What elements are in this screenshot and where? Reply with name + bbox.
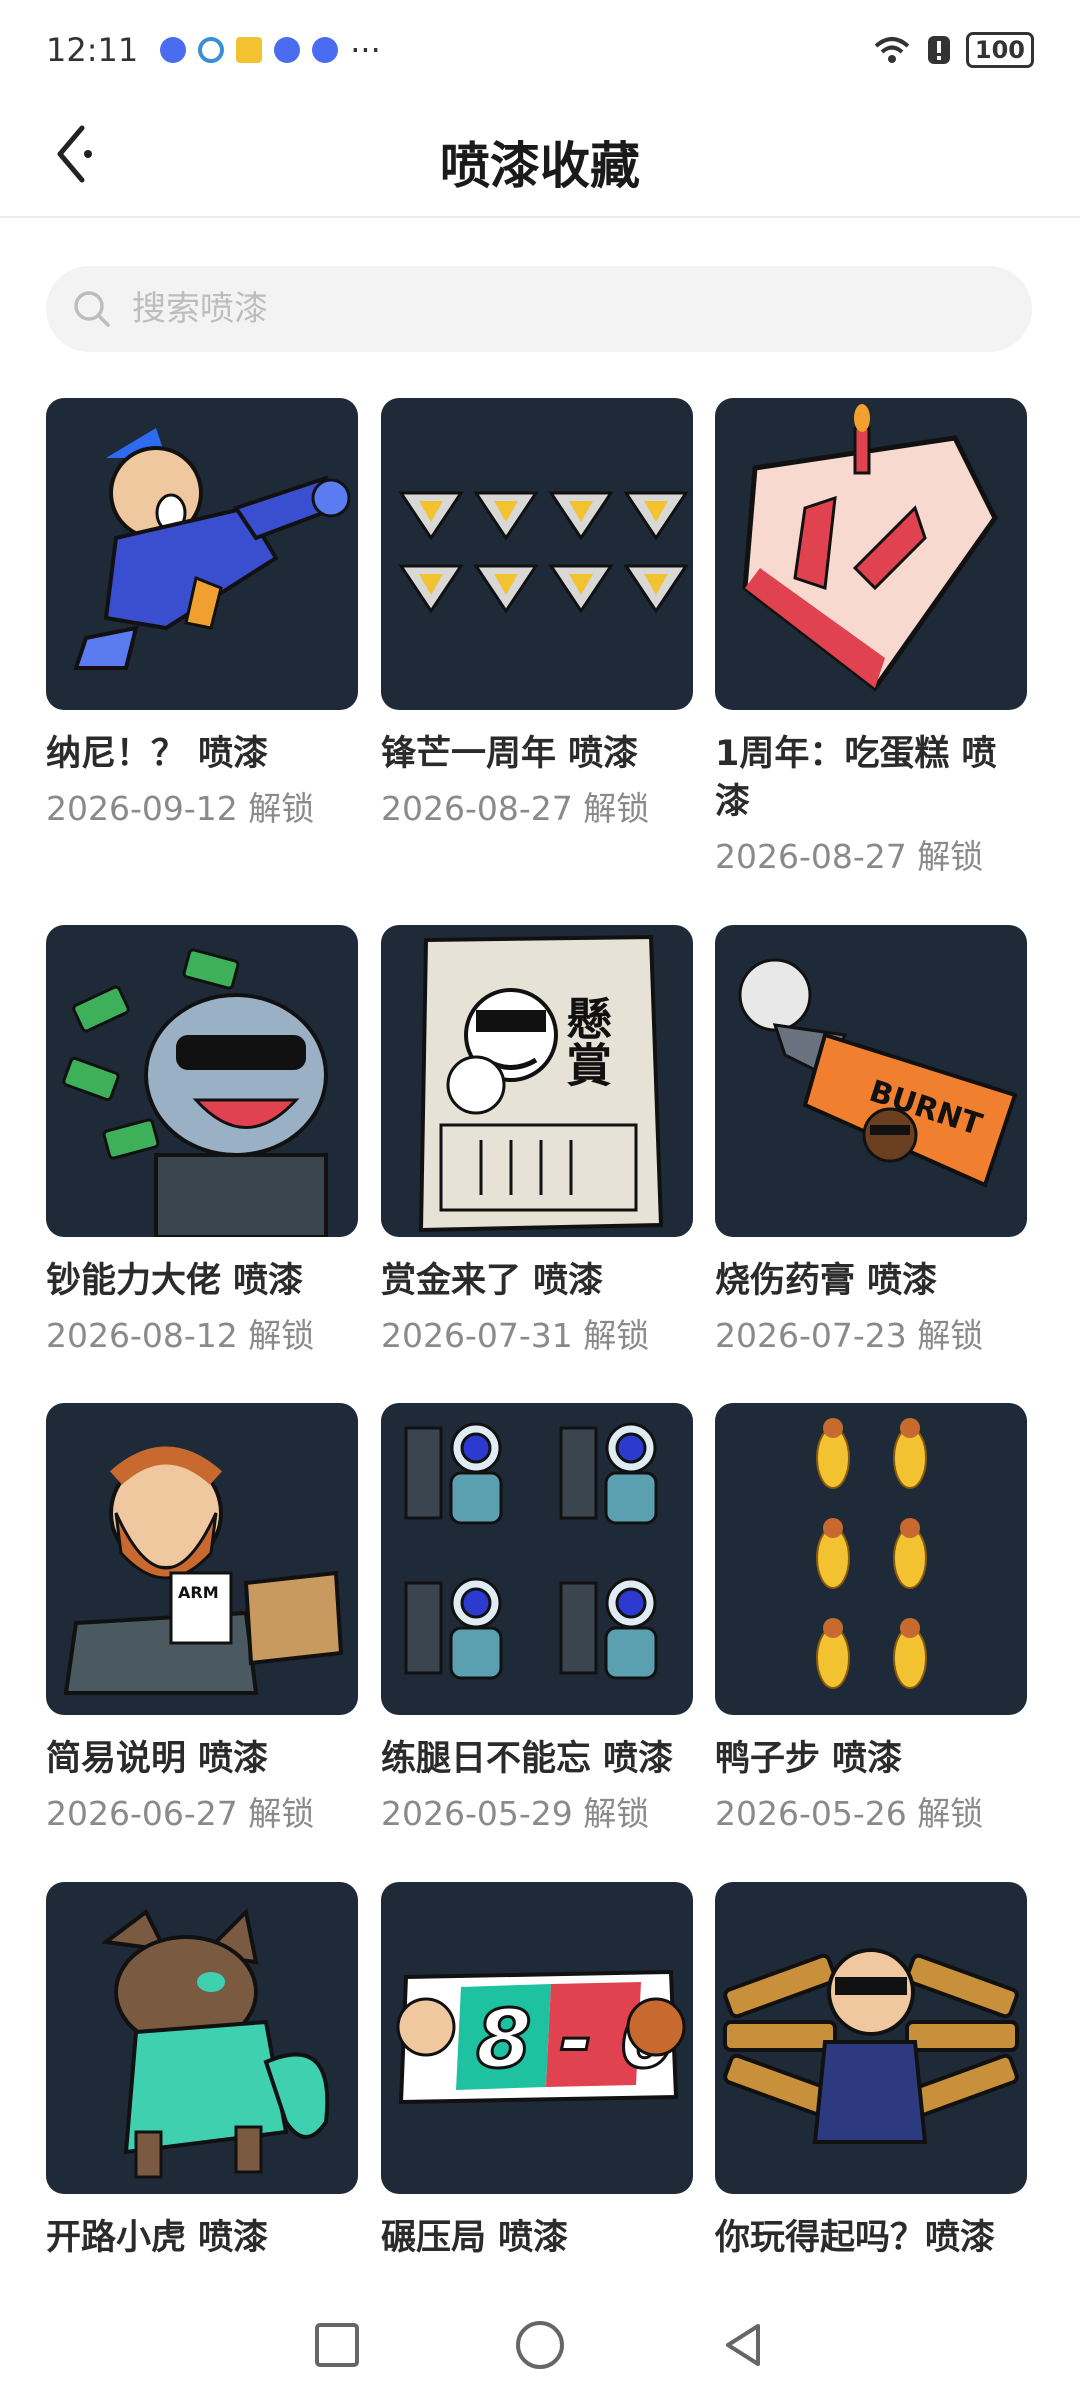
home-icon[interactable] (512, 2317, 568, 2373)
arm-note-text: ARM (178, 1583, 219, 1602)
back-nav-icon[interactable] (718, 2320, 768, 2370)
duck-walk-sticker (816, 1418, 927, 1689)
spray-title: 烧伤药膏 喷漆 (715, 1261, 938, 1301)
money-sloth-sticker (62, 948, 328, 1237)
wanted-poster-sticker: 懸賞 (418, 934, 664, 1233)
spray-card[interactable]: 钞能力大佬 喷漆 2026-08-12 解锁 (46, 925, 358, 1359)
screaming-agent-sticker (73, 428, 351, 670)
spray-card[interactable]: BURNT 烧伤药膏 喷漆 2026-07-23 解锁 (715, 925, 1027, 1359)
spray-card[interactable]: 纳尼！？ 喷漆 2026-09-12 解锁 (46, 398, 358, 832)
birthday-cake-sticker (742, 404, 998, 692)
rank-badges-sticker (398, 491, 689, 614)
leg-day-robot-sticker (404, 1422, 658, 1680)
spray-unlock-date: 2026-05-26 解锁 (715, 1794, 984, 1833)
spray-title: 开路小虎 喷漆 (46, 2218, 269, 2258)
spray-title: 赏金来了 喷漆 (381, 1261, 604, 1301)
spray-unlock-date: 2026-07-31 解锁 (381, 1316, 650, 1355)
spray-thumbnail[interactable] (46, 1882, 358, 2194)
spray-card[interactable]: 懸賞 赏金来了 喷漆 2026-07-31 解锁 (381, 925, 693, 1359)
spray-card[interactable]: 8 - 0 碾压局 喷漆 (381, 1882, 693, 2270)
spray-thumbnail[interactable] (715, 1882, 1027, 2194)
spray-unlock-date: 2026-08-27 解锁 (381, 789, 650, 828)
gun-arms-sticker (723, 1948, 1019, 2144)
spray-card[interactable]: 1周年：吃蛋糕 喷漆 2026-08-27 解锁 (715, 398, 1027, 880)
spray-title: 简易说明 喷漆 (46, 1739, 269, 1779)
spray-title: 鸭子步 喷漆 (715, 1739, 903, 1779)
spray-card[interactable]: 练腿日不能忘 喷漆 2026-05-29 解锁 (381, 1403, 693, 1837)
spray-title: 1周年：吃蛋糕 喷漆 (715, 734, 997, 822)
spray-title: 钞能力大佬 喷漆 (46, 1261, 304, 1301)
spray-unlock-date: 2026-05-29 解锁 (381, 1794, 650, 1833)
spray-thumbnail[interactable]: 懸賞 (381, 925, 693, 1237)
spray-title: 锋芒一周年 喷漆 (381, 734, 639, 774)
spray-grid: 纳尼！？ 喷漆 2026-09-12 解锁 锋芒一周年 喷漆 2026-08-2… (0, 0, 1080, 2400)
spray-thumbnail[interactable] (715, 398, 1027, 710)
spray-card[interactable]: 鸭子步 喷漆 2026-05-26 解锁 (715, 1403, 1027, 1837)
spray-title: 纳尼！？ 喷漆 (46, 734, 269, 774)
spray-thumbnail[interactable] (46, 925, 358, 1237)
spray-thumbnail[interactable]: BURNT (715, 925, 1027, 1237)
spray-card[interactable]: 开路小虎 喷漆 (46, 1882, 358, 2270)
burn-cream-sticker: BURNT (738, 958, 1018, 1188)
spray-unlock-date: 2026-06-27 解锁 (46, 1794, 315, 1833)
recent-apps-icon[interactable] (312, 2320, 362, 2370)
spray-unlock-date: 2026-09-12 解锁 (46, 789, 315, 828)
spray-thumbnail[interactable] (381, 1403, 693, 1715)
spray-thumbnail[interactable]: 8 - 0 (381, 1882, 693, 2194)
wanted-poster-text: 懸賞 (559, 995, 613, 1087)
spray-title: 碾压局 喷漆 (381, 2218, 569, 2258)
spray-unlock-date: 2026-07-23 解锁 (715, 1316, 984, 1355)
bearded-agent-sticker: ARM (63, 1446, 344, 1695)
spray-card[interactable]: ARM 简易说明 喷漆 2026-06-27 解锁 (46, 1403, 358, 1837)
spray-thumbnail[interactable] (381, 398, 693, 710)
spray-title: 你玩得起吗？喷漆 (715, 2218, 996, 2258)
system-navigation-bar (0, 2290, 1080, 2400)
spray-thumbnail[interactable] (46, 398, 358, 710)
spray-card[interactable]: 锋芒一周年 喷漆 2026-08-27 解锁 (381, 398, 693, 832)
spray-thumbnail[interactable] (715, 1403, 1027, 1715)
spray-card[interactable]: 你玩得起吗？喷漆 (715, 1882, 1027, 2270)
spray-unlock-date: 2026-08-27 解锁 (715, 837, 984, 876)
spray-unlock-date: 2026-08-12 解锁 (46, 1316, 315, 1355)
spray-title: 练腿日不能忘 喷漆 (381, 1739, 674, 1779)
scoreboard-sticker: 8 - 0 (396, 1969, 686, 2105)
tiger-wolf-sticker (100, 1907, 330, 2179)
spray-thumbnail[interactable]: ARM (46, 1403, 358, 1715)
